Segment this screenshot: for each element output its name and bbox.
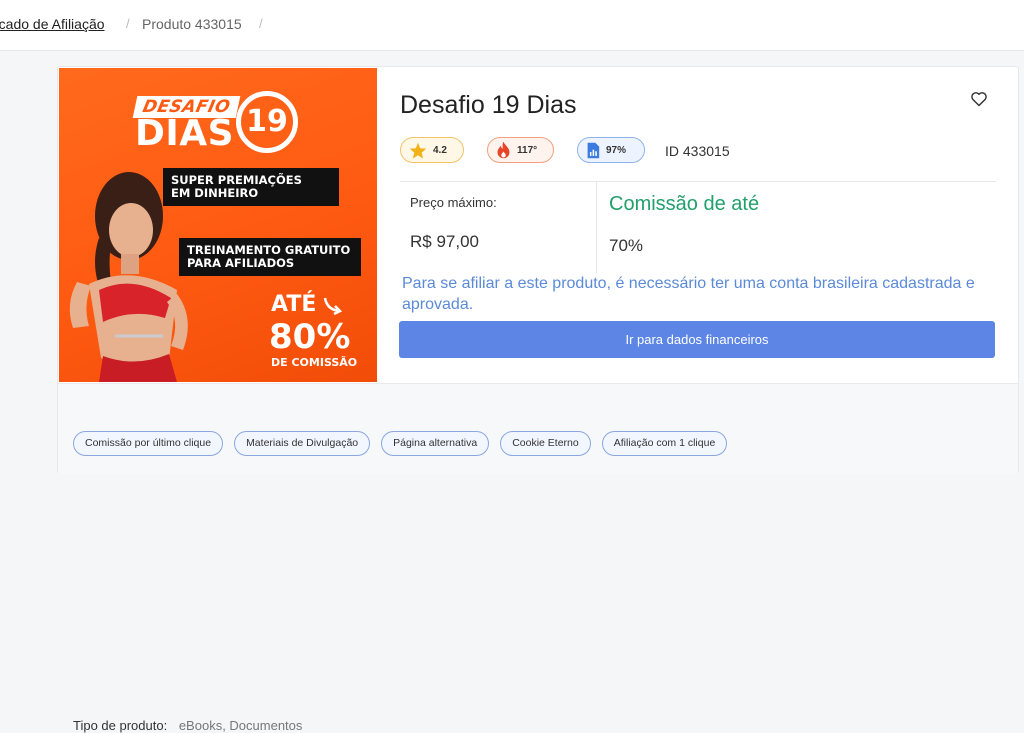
breadcrumb-separator: / <box>126 16 130 31</box>
rating-value: 4.2 <box>433 144 447 156</box>
tag-marketing-materials[interactable]: Materiais de Divulgação <box>234 431 371 456</box>
tag-one-click-affiliation[interactable]: Afiliação com 1 clique <box>601 431 728 456</box>
commission-value: 70% <box>609 236 644 255</box>
rating-badge: 4.2 <box>400 137 464 163</box>
banner-commission-text: DE COMISSÃO <box>271 356 358 369</box>
banner-prizes-box: SUPER PREMIAÇÕES EM DINHEIRO <box>163 168 339 206</box>
breadcrumb-parent-link[interactable]: rcado de Afiliação <box>0 16 105 32</box>
arrow-icon <box>323 297 343 316</box>
heart-icon[interactable] <box>970 91 988 107</box>
fire-icon <box>497 141 510 159</box>
banner-ate-text: ATÉ <box>271 292 317 317</box>
tag-eternal-cookie[interactable]: Cookie Eterno <box>500 431 591 456</box>
top-bar: rcado de Afiliação / Produto 433015 / <box>0 0 1024 51</box>
product-type-row: Tipo de produto: eBooks, Documentos <box>73 718 302 733</box>
product-id: ID 433015 <box>665 143 730 159</box>
financial-data-button[interactable]: Ir para dados financeiros <box>399 321 995 358</box>
max-price-value: R$ 97,00 <box>410 232 479 251</box>
product-banner-image: DESAFIO DIAS 19 SUPER PREMIAÇÕES EM DINH… <box>59 68 377 382</box>
tag-last-click-commission[interactable]: Comissão por último clique <box>73 431 224 456</box>
breadcrumb-separator: / <box>259 16 263 31</box>
card-footer: Tipo de produto: eBooks, Documentos <box>58 383 1018 733</box>
product-card: DESAFIO DIAS 19 SUPER PREMIAÇÕES EM DINH… <box>57 66 1019 733</box>
star-icon <box>409 142 427 159</box>
divider <box>400 181 996 182</box>
divider <box>596 181 597 273</box>
conversion-badge: 97% <box>577 137 645 163</box>
affiliation-notice: Para se afiliar a este produto, é necess… <box>402 275 975 313</box>
banner-percent-text: 80% <box>269 317 351 357</box>
commission-label: Comissão de até <box>609 193 760 215</box>
product-type-label: Tipo de produto: <box>73 718 168 733</box>
conversion-value: 97% <box>606 144 627 156</box>
tag-alternative-page[interactable]: Página alternativa <box>381 431 490 456</box>
product-type-value: eBooks, Documentos <box>178 718 303 733</box>
chart-file-icon <box>587 142 600 158</box>
feature-tags: Comissão por último clique Materiais de … <box>73 431 728 456</box>
temperature-badge: 117° <box>487 137 554 163</box>
breadcrumb-current: Produto 433015 <box>142 16 242 32</box>
product-title: Desafio 19 Dias <box>400 91 577 119</box>
banner-number-badge: 19 <box>236 91 298 153</box>
max-price-label: Preço máximo: <box>410 195 497 210</box>
banner-dias-text: DIAS <box>135 113 235 154</box>
banner-training-box: TREINAMENTO GRATUITO PARA AFILIADOS <box>179 238 361 276</box>
temperature-value: 117° <box>517 144 538 156</box>
